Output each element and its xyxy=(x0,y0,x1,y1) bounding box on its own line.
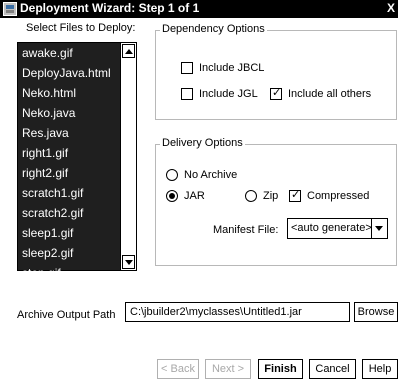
zip-option[interactable]: Zip xyxy=(245,190,278,202)
manifest-file-value: <auto generate> xyxy=(291,222,372,234)
scroll-up-icon[interactable] xyxy=(122,44,135,58)
finish-button[interactable]: Finish xyxy=(258,359,303,379)
include-jbcl-option[interactable]: Include JBCL xyxy=(181,62,264,74)
manifest-file-select[interactable]: <auto generate> xyxy=(287,218,388,239)
delivery-options-legend: Delivery Options xyxy=(160,137,245,149)
list-item[interactable]: Neko.html xyxy=(18,83,121,103)
include-jbcl-label: Include JBCL xyxy=(199,62,265,74)
list-item[interactable]: stop.gif xyxy=(18,263,121,283)
no-archive-radio[interactable] xyxy=(166,169,178,181)
include-all-others-checkbox[interactable] xyxy=(270,86,282,100)
include-all-others-option[interactable]: Include all others xyxy=(270,86,372,100)
dependency-options-legend: Dependency Options xyxy=(160,23,267,35)
wizard-app-icon xyxy=(3,2,17,16)
chevron-down-icon[interactable] xyxy=(371,219,387,238)
jar-option[interactable]: JAR xyxy=(166,190,205,202)
help-button[interactable]: Help xyxy=(362,359,398,379)
include-jgl-option[interactable]: Include JGL xyxy=(181,88,258,100)
compressed-checkbox[interactable] xyxy=(289,188,301,202)
list-item[interactable]: sleep2.gif xyxy=(18,243,121,263)
delivery-options-group: Delivery Options xyxy=(155,137,397,266)
list-item[interactable]: right1.gif xyxy=(18,143,121,163)
jar-label: JAR xyxy=(184,190,205,202)
archive-output-path-input[interactable]: C:\jbuilder2\myclasses\Untitled1.jar xyxy=(125,302,350,322)
include-jgl-label: Include JGL xyxy=(199,88,258,100)
include-jgl-checkbox[interactable] xyxy=(181,88,193,100)
no-archive-option[interactable]: No Archive xyxy=(166,169,237,181)
file-list-scrollbar[interactable] xyxy=(120,43,136,270)
list-item[interactable]: sleep1.gif xyxy=(18,223,121,243)
zip-radio[interactable] xyxy=(245,190,257,202)
file-list-items: awake.gif DeployJava.html Neko.html Neko… xyxy=(18,43,121,283)
compressed-label: Compressed xyxy=(307,190,370,202)
dependency-options-group: Dependency Options xyxy=(155,23,397,120)
jar-radio[interactable] xyxy=(166,190,178,202)
list-item[interactable]: scratch2.gif xyxy=(18,203,121,223)
zip-label: Zip xyxy=(263,190,279,202)
window-title: Deployment Wizard: Step 1 of 1 xyxy=(20,1,200,15)
list-item[interactable]: awake.gif xyxy=(18,43,121,63)
file-list[interactable]: awake.gif DeployJava.html Neko.html Neko… xyxy=(17,42,137,280)
back-button[interactable]: < Back xyxy=(157,359,199,379)
close-button[interactable]: X xyxy=(384,1,398,16)
list-item[interactable]: right2.gif xyxy=(18,163,121,183)
include-all-others-label: Include all others xyxy=(288,88,372,100)
list-item[interactable]: Res.java xyxy=(18,123,121,143)
files-label: Select Files to Deploy: xyxy=(26,22,136,34)
browse-button[interactable]: Browse xyxy=(354,302,398,322)
include-jbcl-checkbox[interactable] xyxy=(181,62,193,74)
list-item[interactable]: scratch1.gif xyxy=(18,183,121,203)
archive-output-label: Archive Output Path xyxy=(17,309,116,321)
title-bar: Deployment Wizard: Step 1 of 1 X xyxy=(0,0,398,18)
next-button[interactable]: Next > xyxy=(205,359,251,379)
list-item[interactable]: Neko.java xyxy=(18,103,121,123)
compressed-option[interactable]: Compressed xyxy=(289,188,370,202)
scroll-down-icon[interactable] xyxy=(122,255,135,269)
list-item[interactable]: DeployJava.html xyxy=(18,63,121,83)
manifest-file-label: Manifest File: xyxy=(213,224,279,236)
cancel-button[interactable]: Cancel xyxy=(309,359,356,379)
no-archive-label: No Archive xyxy=(184,169,238,181)
